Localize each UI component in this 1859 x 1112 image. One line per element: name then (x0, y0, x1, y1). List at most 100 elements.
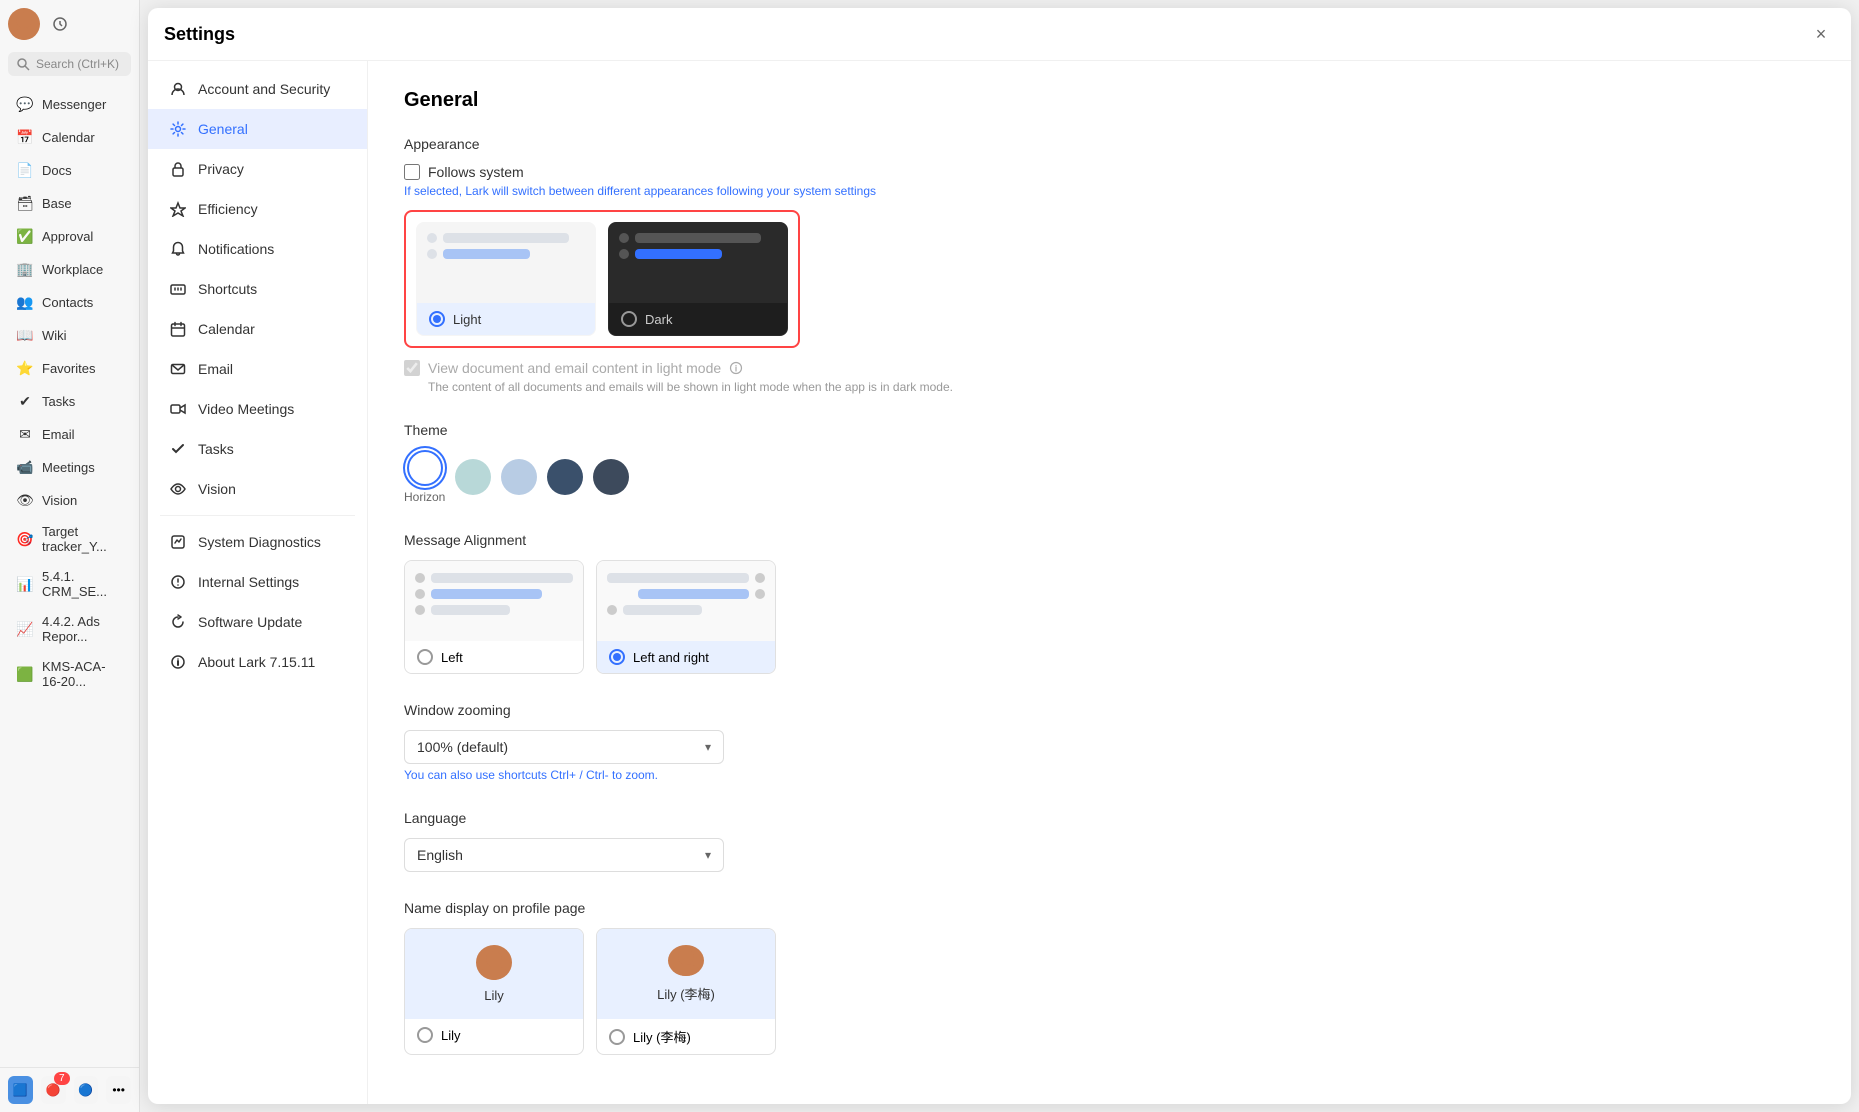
light-label: Light (453, 312, 481, 327)
dark-mode-card[interactable]: Dark (608, 222, 788, 336)
settings-nav-label-notifications: Notifications (198, 241, 274, 257)
history-button[interactable] (48, 12, 72, 36)
alignment-left-card[interactable]: Left (404, 560, 584, 674)
bottom-icon-1[interactable]: 🟦 (8, 1076, 33, 1104)
theme-circle-1[interactable] (407, 450, 443, 486)
sidebar-label-messenger: Messenger (42, 97, 106, 112)
name-cards: Lily Lily Lily (李梅) (404, 928, 1815, 1055)
theme-circle-5[interactable] (593, 459, 629, 495)
sidebar-item-workplace[interactable]: 🏢 Workplace (4, 253, 135, 285)
alignment-lr-card[interactable]: Left and right (596, 560, 776, 674)
sidebar-item-crm[interactable]: 📊 5.4.1. CRM_SE... (4, 562, 135, 606)
sidebar-item-favorites[interactable]: ⭐ Favorites (4, 352, 135, 384)
email-icon: ✉ (16, 425, 34, 443)
close-button[interactable]: × (1807, 20, 1835, 48)
name-radio-1[interactable] (417, 1027, 433, 1043)
left-preview (405, 561, 583, 641)
crm-icon: 📊 (16, 575, 34, 593)
settings-nav-label-privacy: Privacy (198, 161, 244, 177)
theme-circle-2[interactable] (455, 459, 491, 495)
target-icon: 🎯 (16, 530, 34, 548)
zoom-hint: You can also use shortcuts Ctrl+ / Ctrl-… (404, 768, 1815, 782)
search-label: Search (Ctrl+K) (36, 57, 119, 71)
notifications-icon (168, 239, 188, 259)
theme-circle-4[interactable] (547, 459, 583, 495)
name-option-1: Lily (484, 988, 504, 1003)
light-radio[interactable] (429, 311, 445, 327)
sidebar-item-approval[interactable]: ✅ Approval (4, 220, 135, 252)
settings-nav-vision[interactable]: Vision (148, 469, 367, 509)
sidebar-item-tasks[interactable]: ✔ Tasks (4, 385, 135, 417)
settings-nav-update[interactable]: Software Update (148, 602, 367, 642)
sidebar-item-kms[interactable]: 🟩 KMS-ACA-16-20... (4, 652, 135, 696)
sidebar-label-docs: Docs (42, 163, 72, 178)
settings-nav-shortcuts[interactable]: Shortcuts (148, 269, 367, 309)
email-settings-icon (168, 359, 188, 379)
zoom-dropdown[interactable]: 100% (default) ▾ (404, 730, 724, 764)
settings-nav-privacy[interactable]: Privacy (148, 149, 367, 189)
search-bar[interactable]: Search (Ctrl+K) (8, 52, 131, 76)
settings-nav-account[interactable]: Account and Security (148, 69, 367, 109)
name-card-2[interactable]: Lily (李梅) Lily (李梅) (596, 928, 776, 1055)
settings-nav-label-internal: Internal Settings (198, 574, 299, 590)
sidebar-item-base[interactable]: 🗃 Base (4, 187, 135, 219)
sidebar-item-docs[interactable]: 📄 Docs (4, 154, 135, 186)
base-icon: 🗃 (16, 194, 34, 212)
follows-system-row: Follows system (404, 164, 1815, 180)
light-mode-card[interactable]: Light (416, 222, 596, 336)
follows-system-checkbox[interactable] (404, 164, 420, 180)
sidebar-item-vision[interactable]: 👁 Vision (4, 484, 135, 516)
settings-nav-video[interactable]: Video Meetings (148, 389, 367, 429)
settings-nav-calendar[interactable]: Calendar (148, 309, 367, 349)
left-align-radio[interactable] (417, 649, 433, 665)
kms-icon: 🟩 (16, 665, 34, 683)
theme-item-5 (593, 459, 629, 495)
window-zoom-section: Window zooming 100% (default) ▾ You can … (404, 702, 1815, 782)
sidebar-label-kms: KMS-ACA-16-20... (42, 659, 123, 689)
bottom-icon-2[interactable]: 🔴 7 (41, 1076, 66, 1104)
sidebar-item-contacts[interactable]: 👥 Contacts (4, 286, 135, 318)
msg-alignment-label: Message Alignment (404, 532, 1815, 548)
settings-nav-tasks[interactable]: Tasks (148, 429, 367, 469)
message-alignment-section: Message Alignment (404, 532, 1815, 674)
page-title: General (404, 89, 1815, 112)
contacts-icon: 👥 (16, 293, 34, 311)
sidebar-item-wiki[interactable]: 📖 Wiki (4, 319, 135, 351)
shortcuts-icon (168, 279, 188, 299)
theme-circle-3[interactable] (501, 459, 537, 495)
avatar[interactable] (8, 8, 40, 40)
sidebar-item-target[interactable]: 🎯 Target tracker_Y... (4, 517, 135, 561)
general-icon (168, 119, 188, 139)
dark-radio[interactable] (621, 311, 637, 327)
bottom-icon-3[interactable]: 🔵 (74, 1076, 99, 1104)
view-doc-label: View document and email content in light… (428, 360, 721, 376)
settings-nav-efficiency[interactable]: Efficiency (148, 189, 367, 229)
appearance-cards: Light (404, 210, 800, 348)
zoom-value: 100% (default) (417, 739, 508, 755)
settings-nav-notifications[interactable]: Notifications (148, 229, 367, 269)
sidebar-item-meetings[interactable]: 📹 Meetings (4, 451, 135, 483)
language-dropdown[interactable]: English ▾ (404, 838, 724, 872)
sidebar-item-email[interactable]: ✉ Email (4, 418, 135, 450)
sidebar-item-calendar[interactable]: 📅 Calendar (4, 121, 135, 153)
settings-nav-internal[interactable]: Internal Settings (148, 562, 367, 602)
settings-nav-general[interactable]: General (148, 109, 367, 149)
account-icon (168, 79, 188, 99)
sidebar-item-ads[interactable]: 📈 4.4.2. Ads Repor... (4, 607, 135, 651)
theme-item-horizon: Horizon (404, 450, 445, 504)
video-icon (168, 399, 188, 419)
name-radio-2[interactable] (609, 1029, 625, 1045)
settings-body: Account and Security General Privacy Eff… (148, 61, 1851, 1104)
lr-align-radio[interactable] (609, 649, 625, 665)
settings-nav-diagnostics[interactable]: System Diagnostics (148, 522, 367, 562)
view-doc-checkbox[interactable] (404, 360, 420, 376)
settings-nav-label-general: General (198, 121, 248, 137)
name-card-1[interactable]: Lily Lily (404, 928, 584, 1055)
settings-nav-about[interactable]: About Lark 7.15.11 (148, 642, 367, 682)
sidebar-item-messenger[interactable]: 💬 Messenger (4, 88, 135, 120)
theme-section: Theme Horizon (404, 422, 1815, 504)
settings-nav-email[interactable]: Email (148, 349, 367, 389)
bottom-icon-4[interactable]: ••• (106, 1076, 131, 1104)
dark-card-footer: Dark (609, 303, 787, 335)
approval-icon: ✅ (16, 227, 34, 245)
